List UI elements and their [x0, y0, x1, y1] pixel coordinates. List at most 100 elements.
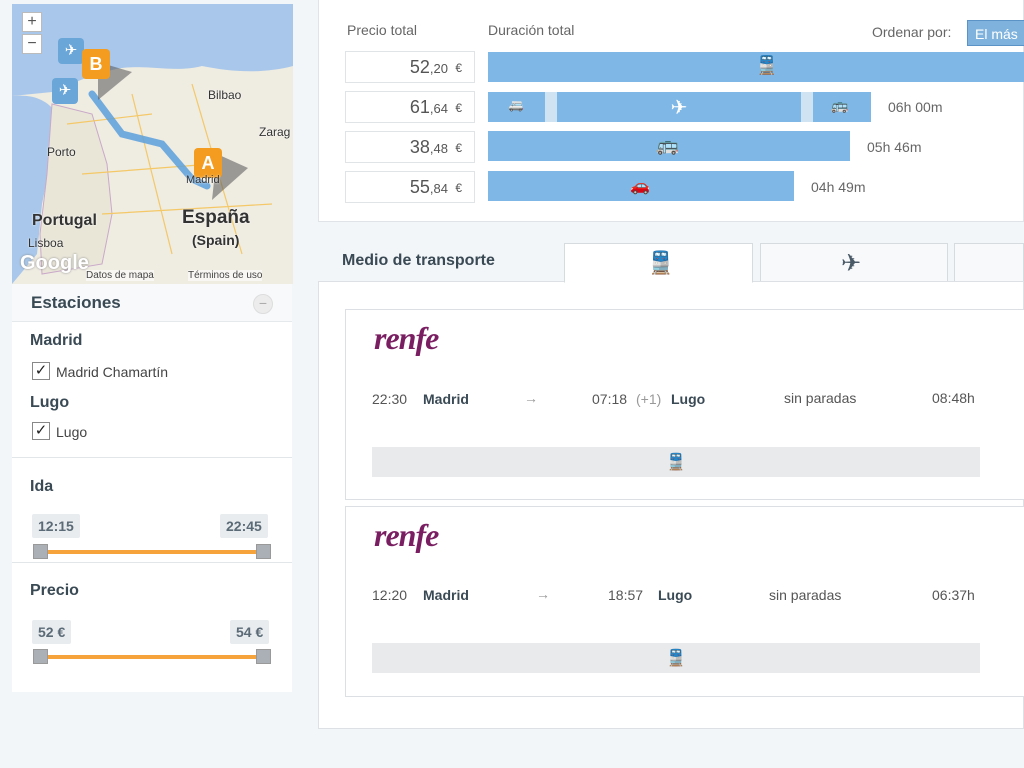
- train-icon: 🚆: [666, 650, 686, 667]
- bus-icon: 🚌: [831, 97, 849, 113]
- duration-text: 04h 49m: [811, 179, 866, 195]
- map-label: Portugal: [32, 212, 97, 229]
- currency: €: [455, 141, 462, 155]
- bar-separator: [801, 92, 813, 122]
- details-strip[interactable]: 🚆: [372, 643, 980, 673]
- dest-station-checkbox[interactable]: ✓: [32, 422, 50, 440]
- renfe-logo: renfe: [374, 517, 439, 553]
- details-strip[interactable]: 🚆: [372, 447, 980, 477]
- arr-city: Lugo: [671, 391, 706, 407]
- price-box[interactable]: 55,84 €: [345, 171, 475, 203]
- zoom-in-button[interactable]: +: [22, 12, 42, 32]
- tab-plane[interactable]: ✈: [760, 243, 948, 283]
- map-label: Bilbao: [208, 88, 242, 102]
- filters-sidebar: Estaciones − Madrid ✓ Madrid Chamartín L…: [12, 284, 292, 692]
- precio-max-handle[interactable]: [256, 649, 271, 664]
- tab-bus[interactable]: [954, 243, 1024, 283]
- price-dec: ,48: [429, 141, 448, 156]
- origin-city: Madrid: [30, 332, 83, 349]
- result-card[interactable]: renfe 12:20 Madrid → 18:57 Lugo sin para…: [345, 506, 1024, 697]
- stops: sin paradas: [784, 390, 857, 406]
- price-box[interactable]: 61,64 €: [345, 91, 475, 123]
- ida-max-handle[interactable]: [256, 544, 271, 559]
- ida-from-value: 12:15: [32, 514, 80, 538]
- train-icon: 🚆: [647, 250, 675, 275]
- map-label: Lisboa: [28, 236, 64, 250]
- dest-station-label[interactable]: Lugo: [56, 424, 87, 440]
- price-int: 55: [409, 177, 430, 197]
- renfe-logo: renfe: [374, 320, 439, 356]
- precio-range-track[interactable]: [40, 655, 265, 659]
- car-icon: 🚗: [630, 178, 650, 195]
- results-panel: renfe 22:30 Madrid → 07:18 (+1) Lugo sin…: [318, 281, 1024, 729]
- train-icon: 🚆: [755, 55, 779, 75]
- route-map[interactable]: + − ✈ ✈ B A Bilbao Zarag Porto Portugal …: [12, 4, 293, 284]
- stations-header[interactable]: Estaciones −: [12, 284, 292, 322]
- sort-label: Ordenar por:: [872, 24, 952, 40]
- price-int: 61: [409, 97, 430, 117]
- price-column-header: Precio total: [347, 22, 418, 38]
- arrow-icon: →: [524, 390, 538, 406]
- sort-select[interactable]: El más: [967, 20, 1024, 46]
- plane-icon: ✈: [670, 97, 688, 119]
- map-label: Madrid: [186, 174, 220, 186]
- arrow-icon: →: [536, 586, 550, 602]
- dep-city: Madrid: [423, 587, 469, 603]
- precio-from-value: 52 €: [32, 620, 72, 644]
- precio-min-handle[interactable]: [33, 649, 48, 664]
- map-data-link[interactable]: Datos de mapa: [86, 270, 154, 281]
- divider: [12, 457, 292, 458]
- train-icon: 🚆: [666, 454, 686, 471]
- plane-icon: ✈: [841, 250, 862, 277]
- marker-b[interactable]: B: [82, 49, 110, 79]
- price-dec: ,20: [429, 61, 448, 76]
- map-label: España: [182, 207, 250, 228]
- currency: €: [455, 61, 462, 75]
- ida-title: Ida: [30, 478, 54, 495]
- summary-panel: Precio total Duración total Ordenar por:…: [318, 0, 1024, 222]
- arr-time: 07:18: [592, 391, 628, 407]
- tab-train[interactable]: 🚆: [564, 243, 753, 283]
- stops: sin paradas: [769, 587, 842, 603]
- dep-time: 22:30: [372, 391, 408, 407]
- price-dec: ,64: [429, 101, 448, 116]
- duration-text: 06h 00m: [888, 99, 943, 115]
- precio-to-value: 54 €: [230, 620, 270, 644]
- origin-station-label[interactable]: Madrid Chamartín: [56, 364, 168, 380]
- dest-city: Lugo: [30, 394, 70, 411]
- google-logo: Google: [20, 252, 89, 274]
- airport-marker-icon[interactable]: ✈: [58, 38, 84, 64]
- bus-icon: 🚌: [656, 135, 680, 155]
- ida-to-value: 22:45: [220, 514, 268, 538]
- divider: [12, 562, 292, 563]
- duration-column-header: Duración total: [488, 22, 575, 38]
- transport-tabs-title: Medio de transporte: [342, 252, 495, 269]
- duration-text: 05h 46m: [867, 139, 922, 155]
- origin-station-checkbox[interactable]: ✓: [32, 362, 50, 380]
- ida-min-handle[interactable]: [33, 544, 48, 559]
- van-icon: 🚐: [508, 98, 524, 112]
- arr-city: Lugo: [658, 587, 693, 603]
- arr-time: 18:57: [608, 587, 644, 603]
- map-label: Porto: [47, 145, 76, 159]
- price-int: 38: [409, 137, 430, 157]
- map-label: Zarag: [259, 125, 291, 139]
- collapse-icon[interactable]: −: [253, 294, 273, 314]
- map-terms-link[interactable]: Términos de uso: [188, 270, 263, 281]
- stations-title: Estaciones: [31, 293, 121, 312]
- price-box[interactable]: 38,48 €: [345, 131, 475, 163]
- currency: €: [455, 181, 462, 195]
- zoom-out-button[interactable]: −: [22, 34, 42, 54]
- bar-separator: [545, 92, 557, 122]
- dep-time: 12:20: [372, 587, 408, 603]
- trip-duration: 08:48h: [932, 390, 975, 406]
- airport-marker-icon[interactable]: ✈: [52, 78, 78, 104]
- trip-duration: 06:37h: [932, 587, 975, 603]
- precio-title: Precio: [30, 582, 79, 599]
- currency: €: [455, 101, 462, 115]
- ida-range-track[interactable]: [40, 550, 265, 554]
- dep-city: Madrid: [423, 391, 469, 407]
- price-int: 52: [409, 57, 430, 77]
- price-box[interactable]: 52,20 €: [345, 51, 475, 83]
- result-card[interactable]: renfe 22:30 Madrid → 07:18 (+1) Lugo sin…: [345, 309, 1024, 500]
